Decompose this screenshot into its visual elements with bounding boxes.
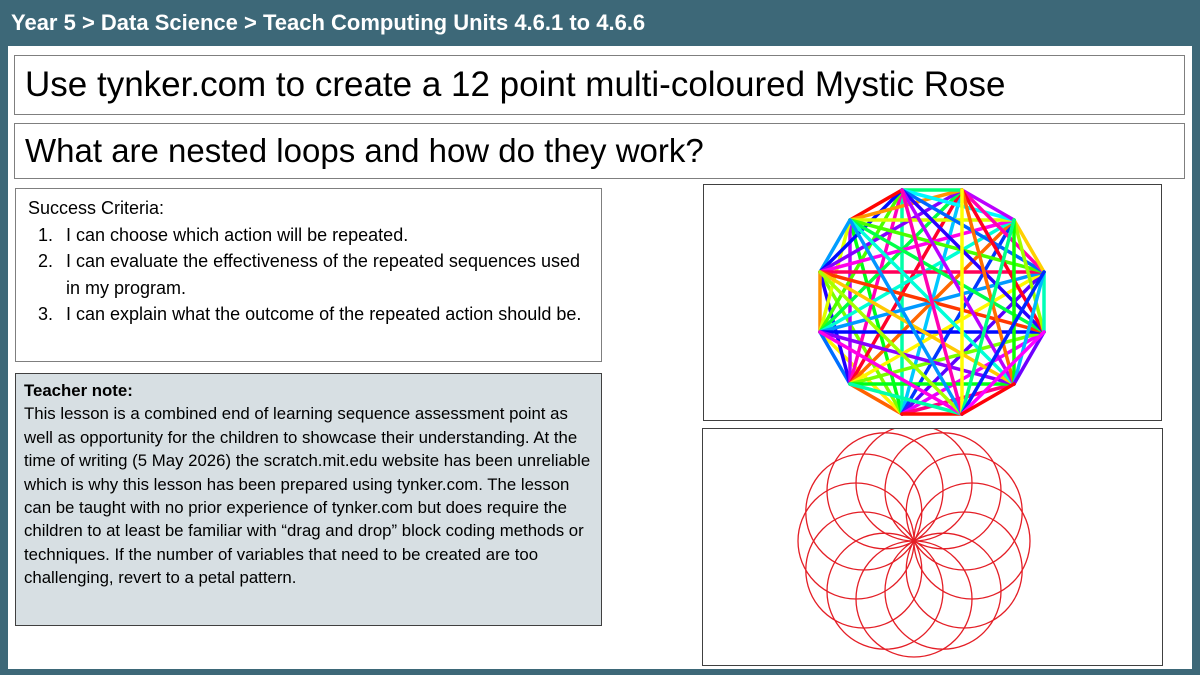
teacher-note-body: This lesson is a combined end of learnin…	[24, 404, 591, 588]
mystic-rose-drawing	[818, 188, 1046, 416]
success-criteria-list: I can choose which action will be repeat…	[28, 222, 589, 328]
criteria-item: I can evaluate the effectiveness of the …	[58, 248, 589, 301]
success-criteria-heading: Success Criteria:	[28, 198, 165, 218]
criteria-item: I can choose which action will be repeat…	[58, 222, 589, 249]
lesson-title: Use tynker.com to create a 12 point mult…	[14, 55, 1185, 115]
criteria-item: I can explain what the outcome of the re…	[58, 301, 589, 328]
breadcrumb: Year 5 > Data Science > Teach Computing …	[11, 10, 646, 35]
slide-canvas: Use tynker.com to create a 12 point mult…	[8, 46, 1192, 669]
teacher-note-heading: Teacher note:	[24, 381, 133, 400]
petal-pattern-drawing	[797, 429, 1031, 658]
success-criteria-box: Success Criteria: I can choose which act…	[15, 188, 602, 362]
petal-pattern-image	[702, 428, 1163, 666]
teacher-note-box: Teacher note: This lesson is a combined …	[15, 373, 602, 626]
mystic-rose-image	[703, 184, 1162, 421]
lesson-question: What are nested loops and how do they wo…	[14, 123, 1185, 179]
